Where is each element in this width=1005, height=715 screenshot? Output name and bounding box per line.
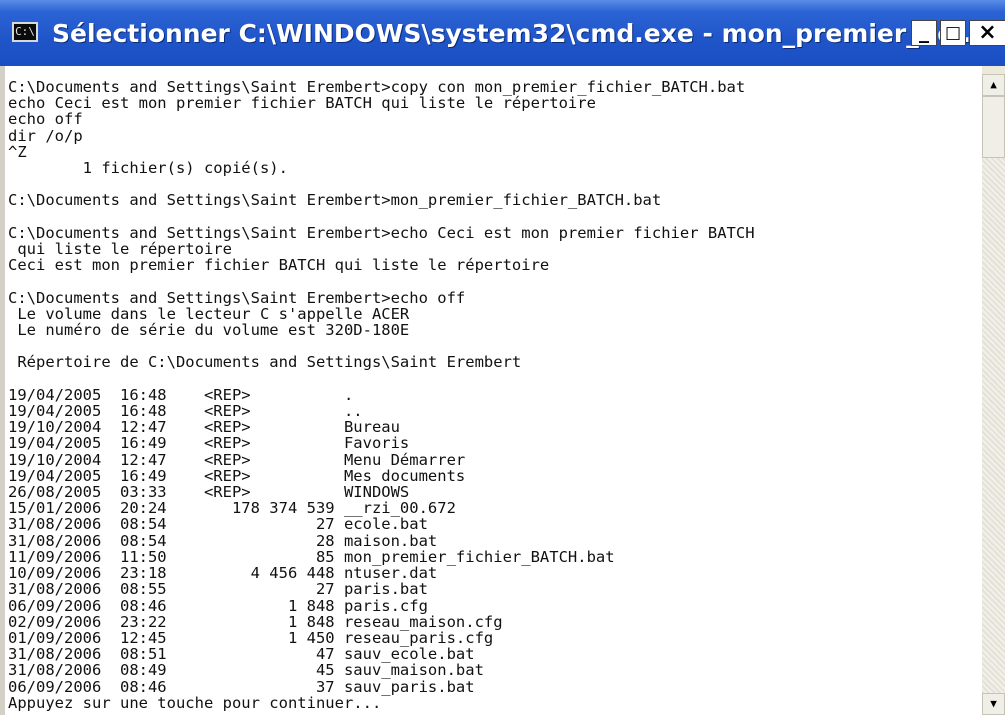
title-bar[interactable]: C:\ Sélectionner C:\WINDOWS\system32\cmd…: [0, 0, 1005, 66]
scrollbar-track[interactable]: [982, 158, 1005, 693]
minimize-button[interactable]: _: [911, 20, 937, 46]
console-line: Répertoire de C:\Documents and Settings\…: [8, 353, 522, 372]
console-line: Appuyez sur une touche pour continuer...: [8, 693, 382, 712]
window-title: Sélectionner C:\WINDOWS\system32\cmd.exe…: [52, 19, 981, 48]
close-button[interactable]: ×: [969, 20, 1005, 46]
vertical-scrollbar[interactable]: ▲ ▼: [982, 66, 1005, 715]
console-line: 1 fichier(s) copié(s).: [8, 159, 288, 178]
console-line: Le numéro de série du volume est 320D-18…: [8, 321, 410, 340]
console-output[interactable]: C:\Documents and Settings\Saint Erembert…: [0, 66, 982, 715]
console-line: Ceci est mon premier fichier BATCH qui l…: [8, 256, 550, 275]
console-text: C:\Documents and Settings\Saint Erembert…: [5, 66, 982, 711]
console-line: echo Ceci est mon premier fichier BATCH …: [8, 94, 596, 113]
scrollbar-thumb[interactable]: [982, 96, 1005, 158]
maximize-button[interactable]: □: [940, 20, 966, 46]
console-line: C:\Documents and Settings\Saint Erembert…: [8, 191, 662, 210]
cmd-icon[interactable]: C:\: [12, 22, 38, 42]
scroll-down-arrow-icon[interactable]: ▼: [982, 693, 1005, 715]
scroll-up-arrow-icon[interactable]: ▲: [982, 74, 1005, 96]
